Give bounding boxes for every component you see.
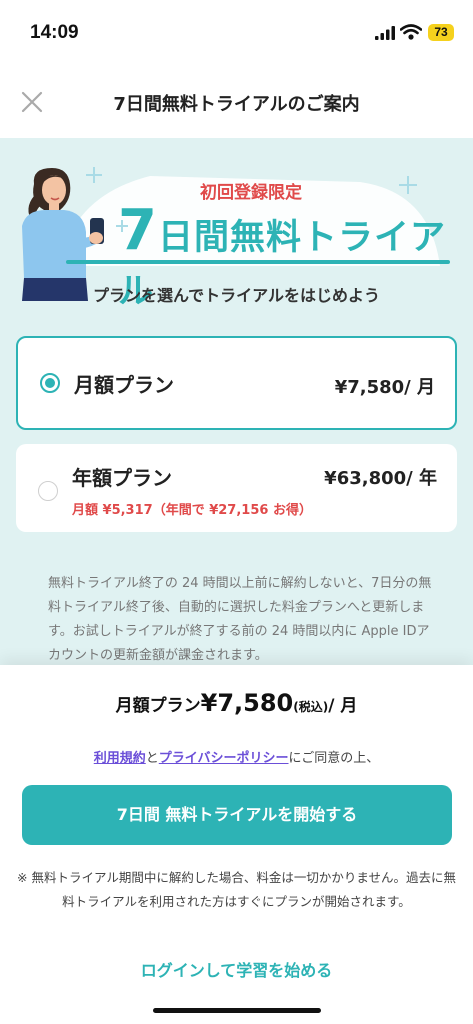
plan-option-yearly[interactable]: 年額プラン ¥63,800/ 年 月額 ¥5,317（年間で ¥27,156 お…: [16, 444, 457, 532]
plan-name: 年額プラン: [72, 466, 172, 490]
agreement-text: 利用規約とプライバシーポリシーにご同意の上、: [0, 747, 473, 766]
page-title: 7日間無料トライアルのご案内: [113, 94, 360, 115]
woman-with-phone-illustration: [22, 168, 104, 301]
terms-link[interactable]: 利用規約: [94, 751, 146, 766]
purchase-panel: 月額プラン¥7,580(税込)/ 月 利用規約とプライバシーポリシーにご同意の上…: [0, 665, 473, 1024]
status-bar: 14:09 73: [0, 0, 473, 64]
privacy-policy-link[interactable]: プライバシーポリシー: [159, 751, 289, 766]
auto-renew-notice: 無料トライアル終了の 24 時間以上前に解約しないと、7日分の無料トライアル終了…: [48, 576, 432, 663]
summary-period: / 月: [328, 696, 358, 716]
nav-bar: 7日間無料トライアルのご案内: [0, 64, 473, 138]
summary-amount: ¥7,580: [200, 689, 294, 717]
plan-price: ¥7,580/ 月: [334, 377, 435, 398]
plan-content[interactable]: 初回登録限定 7日間無料トライアル プランを選んでトライアルをはじめよう 月額プ…: [0, 138, 473, 665]
wifi-icon: [400, 24, 422, 40]
home-indicator[interactable]: [153, 1008, 321, 1013]
cellular-signal-icon: [375, 26, 395, 40]
agreement-suffix: にご同意の上、: [288, 751, 380, 766]
hero-title-number: 7: [118, 198, 158, 263]
plan-option-monthly[interactable]: 月額プラン ¥7,580/ 月: [16, 336, 457, 430]
plan-discount-note: 月額 ¥5,317（年間で ¥27,156 お得）: [72, 503, 312, 518]
selected-plan-summary: 月額プラン¥7,580(税込)/ 月: [0, 689, 473, 717]
start-trial-button[interactable]: 7日間 無料トライアルを開始する: [22, 785, 452, 845]
trial-hero: 初回登録限定 7日間無料トライアル プランを選んでトライアルをはじめよう: [0, 138, 473, 318]
status-time: 14:09: [30, 22, 79, 43]
summary-tax: (税込): [293, 700, 329, 714]
battery-icon: 73: [428, 24, 454, 41]
login-link[interactable]: ログインして学習を始める: [0, 957, 473, 981]
plan-name: 月額プラン: [74, 373, 174, 397]
summary-plan-label: 月額プラン: [115, 696, 201, 716]
radio-selected-icon[interactable]: [40, 373, 60, 393]
radio-unselected-icon[interactable]: [38, 481, 58, 501]
trial-footnote: ※ 無料トライアル期間中に解約した場合、料金は一切かかりません。過去に無料トライ…: [17, 870, 456, 909]
hero-underline: [66, 260, 450, 264]
hero-caption: プランを選んでトライアルをはじめよう: [92, 286, 381, 305]
agreement-and: と: [145, 751, 159, 766]
plan-price: ¥63,800/ 年: [324, 468, 437, 489]
